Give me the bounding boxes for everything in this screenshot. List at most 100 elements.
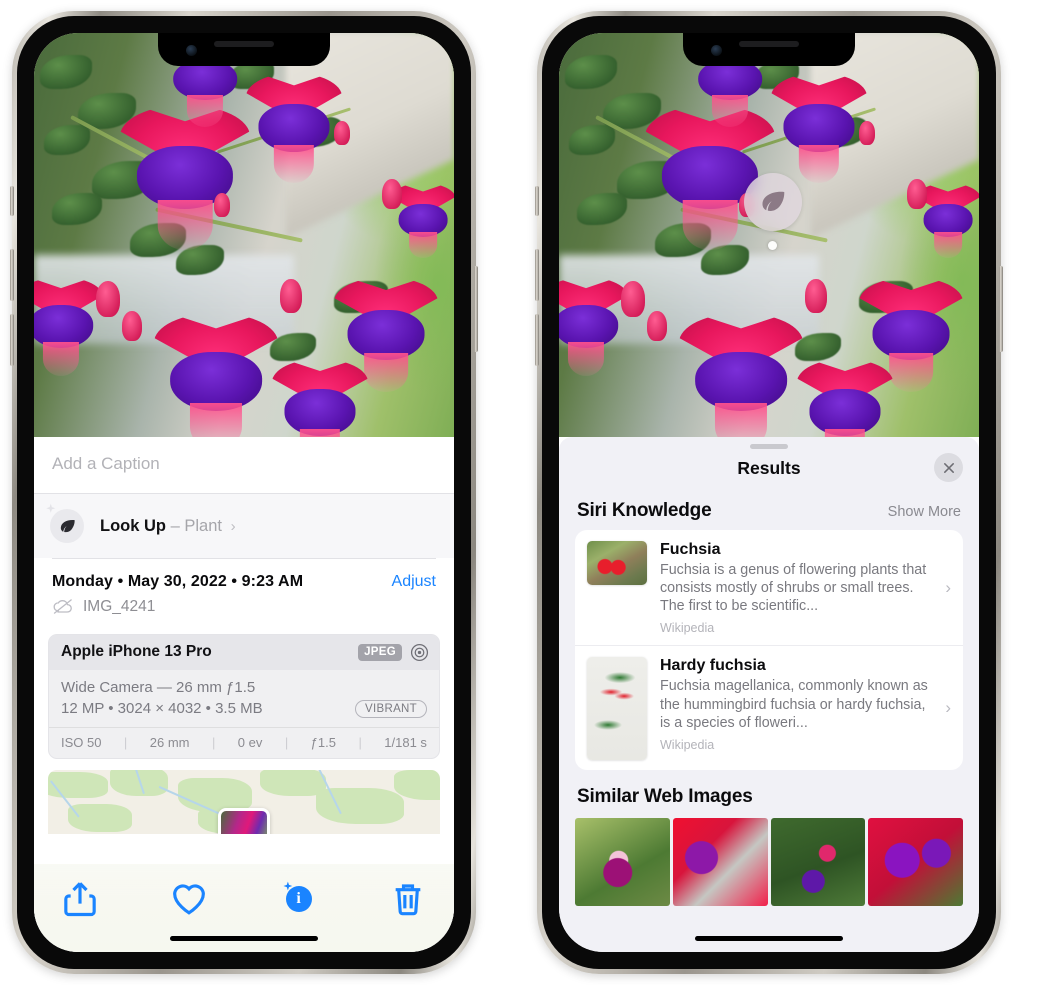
knowledge-source: Wikipedia <box>660 737 715 752</box>
exif-ev: 0 ev <box>237 734 263 750</box>
knowledge-thumbnail <box>587 657 647 761</box>
look-up-label: Look Up – Plant › <box>100 517 236 536</box>
volume-up-button[interactable] <box>535 249 539 301</box>
phone-screen-right: Results Siri Knowledge Show More Fuchsia… <box>559 33 979 952</box>
photo-flower <box>246 73 342 183</box>
siri-knowledge-card: Fuchsia Fuchsia is a genus of flowering … <box>575 530 963 771</box>
web-image-thumbnail[interactable] <box>770 818 866 907</box>
knowledge-title: Fuchsia <box>660 541 721 558</box>
web-image-thumbnail[interactable] <box>868 818 963 907</box>
camera-model: Apple iPhone 13 Pro <box>61 643 212 661</box>
sparkle-icon <box>283 881 295 894</box>
siri-knowledge-title: Siri Knowledge <box>577 500 712 521</box>
caption-input[interactable]: Add a Caption <box>34 437 454 494</box>
front-camera <box>711 45 722 56</box>
photo-bud <box>907 179 927 209</box>
photo-viewer-right[interactable] <box>559 33 979 437</box>
web-image-thumbnail[interactable] <box>575 818 670 907</box>
adjust-button[interactable]: Adjust <box>392 573 436 591</box>
exif-header: Apple iPhone 13 Pro JPEG <box>49 634 439 670</box>
photo-flower <box>679 313 803 437</box>
leaf-icon <box>762 191 785 211</box>
volume-down-button[interactable] <box>10 314 14 366</box>
visual-lookup-badge[interactable] <box>744 173 802 231</box>
share-icon <box>64 882 96 917</box>
photo-bud <box>334 121 350 145</box>
lens-info: Wide Camera — 26 mm ƒ1.5 <box>61 678 256 696</box>
delete-button[interactable] <box>388 879 428 919</box>
device-notch-left <box>158 33 330 66</box>
web-image-thumbnail[interactable] <box>672 818 768 907</box>
photo-flower <box>859 277 963 393</box>
exif-focal: 26 mm <box>149 734 190 750</box>
exif-card[interactable]: Apple iPhone 13 Pro JPEG Wide Camera — 2… <box>48 633 440 759</box>
home-indicator[interactable] <box>170 936 318 941</box>
leaf-icon-circle <box>50 509 84 543</box>
volume-up-button[interactable] <box>10 249 14 301</box>
show-more-button[interactable]: Show More <box>888 504 961 520</box>
close-icon <box>943 462 954 473</box>
chevron-right-icon: › <box>945 698 951 718</box>
photo-bud <box>382 179 402 209</box>
favorite-button[interactable] <box>169 879 209 919</box>
exif-sep: | <box>284 734 289 750</box>
volume-down-button[interactable] <box>535 314 539 366</box>
phone-device-right: Results Siri Knowledge Show More Fuchsia… <box>535 11 1003 974</box>
photo-flower <box>771 73 867 183</box>
photo-date: Monday • May 30, 2022 • 9:23 AM <box>52 572 304 590</box>
knowledge-thumbnail <box>587 541 647 585</box>
side-button[interactable] <box>474 266 478 352</box>
earpiece-speaker <box>739 41 799 47</box>
knowledge-body: Hardy fuchsia Fuchsia magellanica, commo… <box>660 657 951 751</box>
metadata-file-row: IMG_4241 <box>52 598 436 616</box>
photo-flower <box>272 359 368 437</box>
similar-web-images-header: Similar Web Images <box>559 770 979 816</box>
phone-bezel-right: Results Siri Knowledge Show More Fuchsia… <box>542 16 996 969</box>
exif-spec-row: 12 MP • 3024 × 4032 • 3.5 MB VIBRANT <box>61 699 427 718</box>
close-button[interactable] <box>934 453 963 482</box>
map-photo-pin <box>218 807 270 834</box>
exif-body: Wide Camera — 26 mm ƒ1.5 12 MP • 3024 × … <box>49 670 439 727</box>
image-specs: 12 MP • 3024 × 4032 • 3.5 MB <box>61 700 263 718</box>
phone-device-left: Add a Caption Look Up – Plant › Monday •… <box>10 11 478 974</box>
chevron-right-icon: › <box>230 517 236 535</box>
exif-shutter: 1/181 s <box>384 734 427 750</box>
similar-web-images-strip <box>559 818 979 907</box>
photo-flower <box>120 105 250 250</box>
exif-aperture: ƒ1.5 <box>310 734 336 750</box>
photo-bud <box>647 311 667 341</box>
silent-switch[interactable] <box>535 186 539 216</box>
knowledge-row[interactable]: Fuchsia Fuchsia is a genus of flowering … <box>575 530 963 645</box>
phone-bezel-left: Add a Caption Look Up – Plant › Monday •… <box>17 16 471 969</box>
photo-bud <box>805 279 827 313</box>
info-button[interactable]: i <box>279 879 319 919</box>
photo-flower <box>334 277 438 393</box>
location-map[interactable] <box>48 769 440 834</box>
results-header: Results <box>559 449 979 491</box>
aperture-icon <box>410 643 429 661</box>
exif-sep: | <box>211 734 216 750</box>
exif-sep: | <box>358 734 362 750</box>
metadata-date-row: Monday • May 30, 2022 • 9:23 AM Adjust <box>52 573 436 591</box>
knowledge-source: Wikipedia <box>660 621 715 636</box>
photo-flower <box>797 359 893 437</box>
photo-bud <box>621 281 645 317</box>
cloud-slash-icon <box>53 599 72 614</box>
knowledge-row[interactable]: Hardy fuchsia Fuchsia magellanica, commo… <box>575 645 963 770</box>
similar-web-images-title: Similar Web Images <box>577 786 753 808</box>
heart-icon <box>173 884 206 915</box>
photo-bud <box>122 311 142 341</box>
silent-switch[interactable] <box>10 186 14 216</box>
look-up-row[interactable]: Look Up – Plant › <box>34 494 454 558</box>
photo-viewer-left[interactable] <box>34 33 454 437</box>
side-button[interactable] <box>999 266 1003 352</box>
trash-icon <box>395 884 421 916</box>
exif-iso: ISO 50 <box>61 734 102 750</box>
exif-settings-row: ISO 50 | 26 mm | 0 ev | ƒ1.5 | 1/181 s <box>49 726 439 758</box>
look-up-subject: Plant <box>184 516 222 535</box>
front-camera <box>186 45 197 56</box>
photo-bud <box>280 279 302 313</box>
share-button[interactable] <box>60 879 100 919</box>
home-indicator[interactable] <box>695 936 843 941</box>
device-notch-right <box>683 33 855 66</box>
